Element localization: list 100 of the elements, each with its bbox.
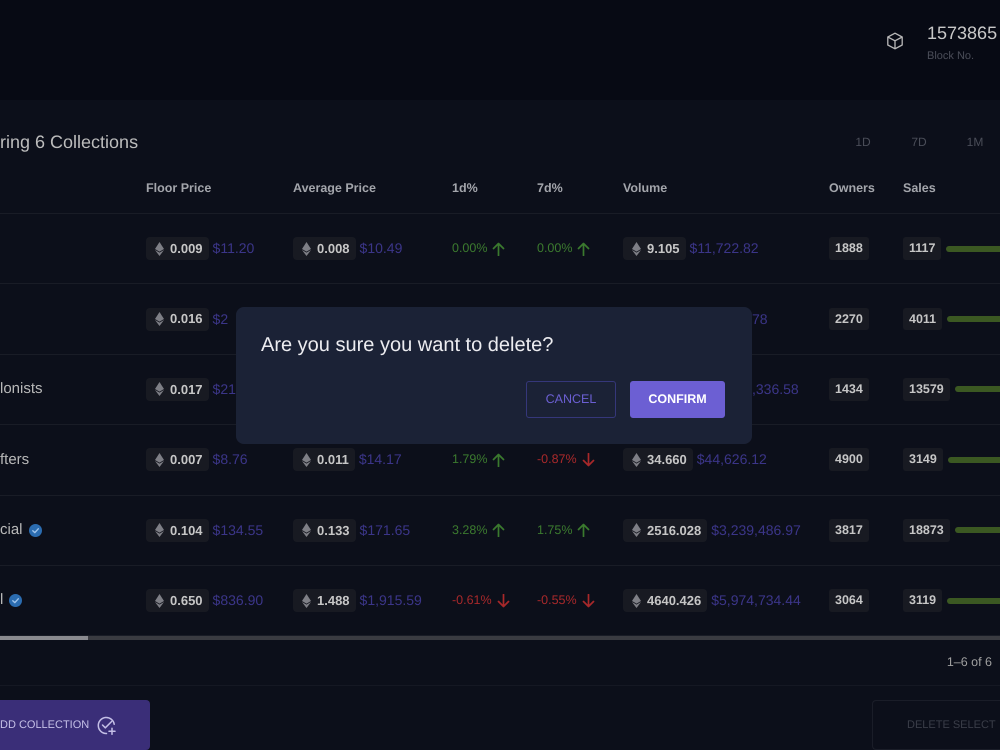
usd-price: $171.65 xyxy=(360,520,410,540)
percent-change: 0.00% xyxy=(537,240,572,258)
eth-icon xyxy=(302,452,311,467)
column-header: Floor Price xyxy=(146,180,212,198)
owners-count: 2270 xyxy=(829,308,869,330)
column-header: Owners xyxy=(829,180,875,198)
dialog-message: Are you sure you want to delete? xyxy=(261,333,554,357)
eth-amount: 0.007 xyxy=(170,451,203,470)
owners-count: 1888 xyxy=(829,237,869,260)
column-header: 1d% xyxy=(452,180,478,198)
owners-count: 3817 xyxy=(829,518,869,542)
percent-change: -0.87% xyxy=(537,451,577,468)
eth-amount: 0.008 xyxy=(317,240,350,258)
period-tab[interactable]: 1D xyxy=(843,131,883,153)
eth-amount: 34.660 xyxy=(647,451,687,470)
eth-amount: 9.105 xyxy=(647,240,680,258)
percent-change: -0.61% xyxy=(452,592,492,610)
sales-bar xyxy=(946,246,1000,252)
section-title: ring 6 Collections xyxy=(0,130,138,154)
sales-count: 13579 xyxy=(903,378,950,401)
eth-amount: 0.133 xyxy=(317,522,350,540)
percent-change: -0.55% xyxy=(537,592,577,610)
usd-price: $3,239,486.97 xyxy=(711,520,801,540)
arrow-down-icon xyxy=(496,594,510,608)
owners-count: 1434 xyxy=(829,378,869,401)
collection-name: fters xyxy=(0,450,30,470)
eth-amount: 1.488 xyxy=(317,592,350,610)
sales-bar xyxy=(954,386,1000,392)
eth-amount: 0.017 xyxy=(170,380,203,399)
confirm-button[interactable]: CONFIRM xyxy=(630,381,725,418)
percent-change: 1.79% xyxy=(452,451,488,468)
sales-count: 4011 xyxy=(903,308,942,330)
usd-price: $14.17 xyxy=(358,450,402,470)
eth-amount: 0.011 xyxy=(317,451,349,470)
add-collection-button[interactable]: DD COLLECTION xyxy=(0,700,150,750)
eth-icon xyxy=(155,242,164,256)
eth-icon xyxy=(632,242,641,256)
usd-price: $5,974,734.44 xyxy=(711,591,801,610)
check-plus-icon xyxy=(97,716,116,735)
column-header: 7d% xyxy=(537,180,563,198)
usd-price: ,336.58 xyxy=(752,380,799,399)
collection-name: cial xyxy=(0,520,23,540)
usd-price: $8.76 xyxy=(212,450,248,470)
block-number: 1573865 xyxy=(927,22,998,44)
usd-price: $11,722.82 xyxy=(690,239,759,258)
eth-icon xyxy=(632,523,641,538)
owners-count: 3064 xyxy=(829,589,869,612)
sales-count: 18873 xyxy=(903,518,950,542)
usd-price: $10.49 xyxy=(360,239,402,258)
eth-icon xyxy=(155,594,164,608)
sales-bar xyxy=(948,456,1000,463)
usd-price: $21 xyxy=(212,380,236,399)
arrow-down-icon xyxy=(582,452,595,467)
horizontal-scrollbar[interactable] xyxy=(0,636,1000,640)
arrow-up-icon xyxy=(492,452,506,467)
cube-icon xyxy=(886,32,904,50)
percent-change: 0.00% xyxy=(452,240,488,258)
period-tab[interactable]: 1M xyxy=(955,131,995,153)
eth-amount: 0.009 xyxy=(170,240,203,258)
eth-icon xyxy=(155,523,164,538)
sales-bar xyxy=(947,598,1000,604)
eth-icon xyxy=(632,452,641,467)
sales-count: 3149 xyxy=(903,448,943,472)
eth-icon xyxy=(302,594,311,608)
eth-icon xyxy=(302,242,311,256)
arrow-down-icon xyxy=(582,594,595,608)
eth-amount: 0.650 xyxy=(170,592,203,610)
eth-icon xyxy=(302,523,311,538)
pagination-range: 1–6 of 6 xyxy=(946,654,992,672)
eth-icon xyxy=(155,382,164,396)
arrow-up-icon xyxy=(492,523,506,538)
cancel-button[interactable]: CANCEL xyxy=(526,381,616,418)
arrow-up-icon xyxy=(492,242,506,256)
scrollbar-thumb[interactable] xyxy=(0,636,88,640)
column-header: Average Price xyxy=(293,180,376,198)
usd-price: $11.20 xyxy=(212,239,254,258)
collection-name: l xyxy=(0,590,4,610)
period-tab[interactable]: 7D xyxy=(899,131,939,153)
usd-price: $44,626.12 xyxy=(696,450,767,470)
arrow-up-icon xyxy=(577,523,590,538)
percent-change: 1.75% xyxy=(537,522,572,539)
column-header: Sales xyxy=(903,180,936,198)
sales-count: 3119 xyxy=(903,589,942,612)
eth-amount: 0.104 xyxy=(170,522,203,540)
eth-amount: 0.016 xyxy=(170,310,203,328)
sales-count: 1117 xyxy=(903,237,942,260)
usd-price: $134.55 xyxy=(212,520,264,540)
eth-icon xyxy=(155,312,164,326)
collection-name: lonists xyxy=(0,379,43,400)
usd-price: $1,915.59 xyxy=(360,591,422,610)
eth-icon xyxy=(632,594,641,608)
owners-count: 4900 xyxy=(829,448,869,472)
percent-change: 3.28% xyxy=(452,522,488,539)
arrow-up-icon xyxy=(577,242,590,256)
eth-icon xyxy=(155,452,164,467)
eth-amount: 2516.028 xyxy=(647,522,702,540)
column-header: Volume xyxy=(623,180,668,198)
sales-bar xyxy=(947,316,1000,322)
usd-price: $836.90 xyxy=(212,591,264,610)
eth-amount: 4640.426 xyxy=(647,592,702,610)
